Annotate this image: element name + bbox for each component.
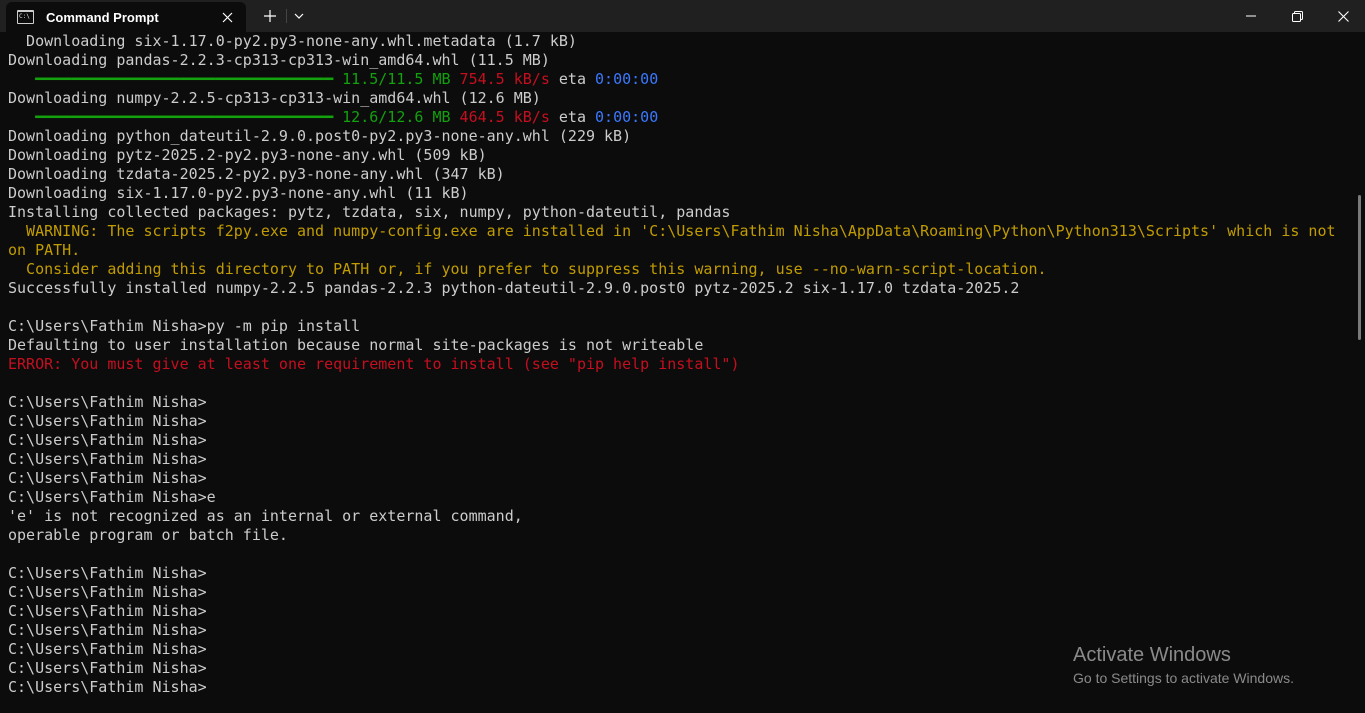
progress-size: 11.5/11.5 MB: [342, 70, 451, 88]
prompt-line: C:\Users\Fathim Nisha>: [8, 393, 207, 411]
watermark-title: Activate Windows: [1073, 644, 1231, 666]
terminal-line: Downloading pandas-2.2.3-cp313-cp313-win…: [8, 51, 550, 69]
prompt-line: C:\Users\Fathim Nisha>: [8, 412, 207, 430]
prompt-line: C:\Users\Fathim Nisha>: [8, 450, 207, 468]
terminal-line: Downloading six-1.17.0-py2.py3-none-any.…: [8, 32, 577, 50]
terminal-line: Successfully installed numpy-2.2.5 panda…: [8, 279, 1020, 297]
progress-eta: 0:00:00: [595, 70, 659, 88]
progress-speed: 754.5 kB/s: [459, 70, 550, 88]
prompt-line: C:\Users\Fathim Nisha>: [8, 564, 207, 582]
scrollbar-thumb[interactable]: [1358, 195, 1361, 340]
plus-icon: [264, 10, 276, 22]
terminal-line: Downloading tzdata-2025.2-py2.py3-none-a…: [8, 165, 505, 183]
prompt-line: C:\Users\Fathim Nisha>: [8, 469, 207, 487]
tab-command-prompt[interactable]: C:\ Command Prompt: [6, 2, 246, 32]
progress-bar: ━━━━━━━━━━━━━━━━━━━━━━━━━━━━━━━━━: [8, 70, 343, 88]
terminal-line: Downloading pytz-2025.2-py2.py3-none-any…: [8, 146, 487, 164]
terminal-line: 'e' is not recognized as an internal or …: [8, 507, 523, 525]
tab-dropdown-button[interactable]: [289, 4, 309, 28]
restore-icon: [1291, 10, 1303, 22]
progress-size: 12.6/12.6 MB: [342, 108, 451, 126]
command-line: C:\Users\Fathim Nisha>py -m pip install: [8, 317, 361, 335]
maximize-button[interactable]: [1274, 0, 1320, 32]
prompt-line: C:\Users\Fathim Nisha>: [8, 602, 207, 620]
warning-line: Consider adding this directory to PATH o…: [8, 260, 1047, 278]
prompt-line: C:\Users\Fathim Nisha>: [8, 621, 207, 639]
eta-label: eta: [549, 70, 596, 88]
title-bar: C:\ Command Prompt: [0, 0, 1365, 32]
prompt-line: C:\Users\Fathim Nisha>: [8, 583, 207, 601]
new-tab-button[interactable]: [258, 4, 282, 28]
tab-separator: [286, 9, 287, 23]
minimize-button[interactable]: [1228, 0, 1274, 32]
close-window-button[interactable]: [1320, 0, 1365, 32]
activation-watermark: Activate Windows Go to Settings to activ…: [1073, 644, 1294, 687]
terminal-line: Downloading python_dateutil-2.9.0.post0-…: [8, 127, 632, 145]
warning-line: WARNING: The scripts f2py.exe and numpy-…: [8, 222, 1336, 240]
close-icon[interactable]: [218, 8, 236, 26]
chevron-down-icon: [294, 13, 304, 19]
cmd-icon: C:\: [17, 10, 34, 24]
watermark-subtitle: Go to Settings to activate Windows.: [1073, 670, 1294, 686]
terminal-line: Downloading numpy-2.2.5-cp313-cp313-win_…: [8, 89, 541, 107]
prompt-line: C:\Users\Fathim Nisha>: [8, 431, 207, 449]
progress-line: ━━━━━━━━━━━━━━━━━━━━━━━━━━━━━━━━━ 12.6/1…: [8, 108, 1356, 127]
terminal-line: Installing collected packages: pytz, tzd…: [8, 203, 731, 221]
progress-line: ━━━━━━━━━━━━━━━━━━━━━━━━━━━━━━━━━ 11.5/1…: [8, 70, 1356, 89]
progress-speed: 464.5 kB/s: [459, 108, 550, 126]
command-line: C:\Users\Fathim Nisha>e: [8, 488, 216, 506]
error-line: ERROR: You must give at least one requir…: [8, 355, 740, 373]
warning-line: on PATH.: [8, 241, 81, 259]
terminal-line: Defaulting to user installation because …: [8, 336, 704, 354]
terminal-line: operable program or batch file.: [8, 526, 288, 544]
eta-label: eta: [549, 108, 596, 126]
progress-bar: ━━━━━━━━━━━━━━━━━━━━━━━━━━━━━━━━━: [8, 108, 343, 126]
terminal-output[interactable]: Downloading six-1.17.0-py2.py3-none-any.…: [0, 32, 1356, 713]
minimize-icon: [1246, 15, 1256, 17]
close-icon: [1337, 10, 1349, 22]
terminal-line: Downloading six-1.17.0-py2.py3-none-any.…: [8, 184, 469, 202]
tab-title: Command Prompt: [46, 9, 159, 25]
progress-eta: 0:00:00: [595, 108, 659, 126]
